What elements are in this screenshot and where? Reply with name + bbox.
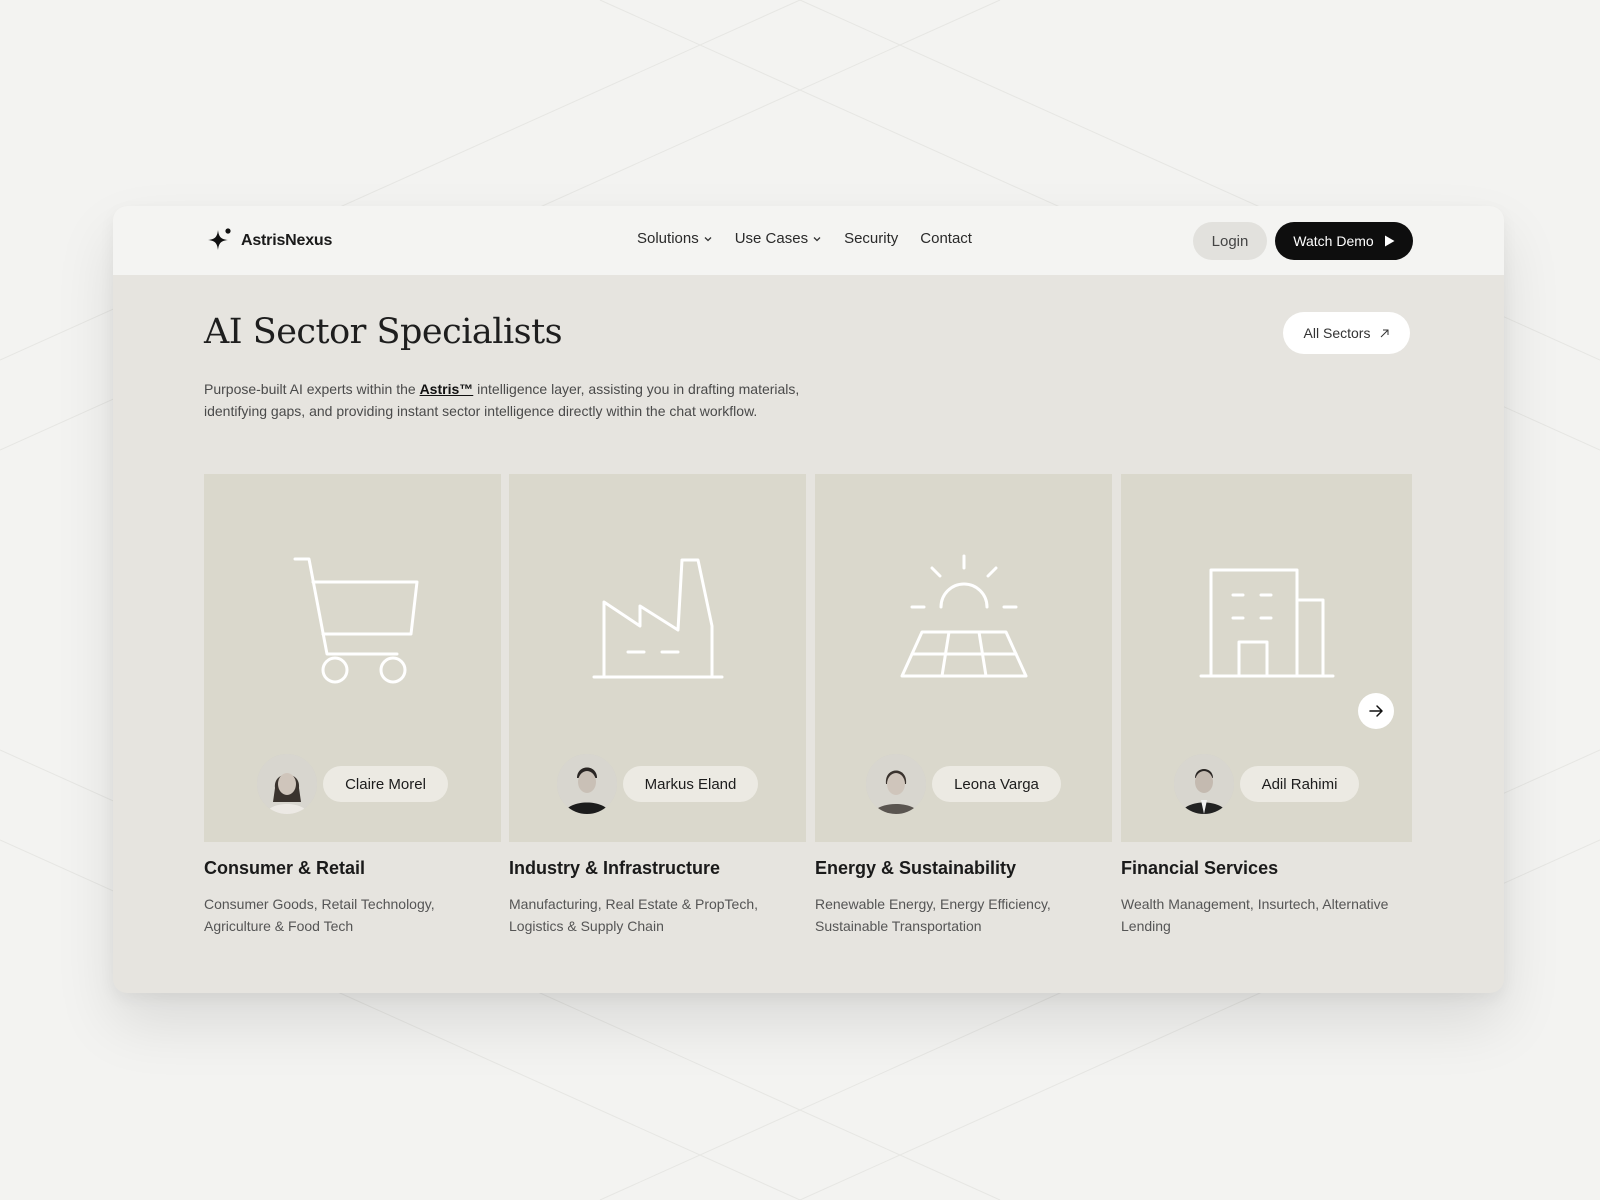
arrow-up-right-icon bbox=[1381, 329, 1389, 337]
brand-logo[interactable]: AstrisNexus bbox=[205, 226, 332, 256]
sector-title: Energy & Sustainability bbox=[815, 858, 1017, 878]
login-button[interactable]: Login bbox=[1193, 222, 1267, 260]
menu-security-label: Security bbox=[844, 230, 899, 247]
top-navbar: AstrisNexus Solutions Use Cases Security… bbox=[113, 206, 1504, 275]
carousel-next-button[interactable] bbox=[1358, 693, 1394, 729]
sector-title: Financial Services bbox=[1121, 858, 1279, 878]
shopping-cart-icon bbox=[293, 557, 418, 684]
arrow-right-icon bbox=[1369, 705, 1383, 717]
chevron-down-icon bbox=[704, 236, 712, 241]
specialist-name: Markus Eland bbox=[622, 766, 759, 802]
sector-card-industry-infrastructure[interactable]: Markus Eland bbox=[509, 474, 806, 842]
intro-text-before: Purpose-built AI experts within the bbox=[204, 381, 420, 397]
sector-card-financial-services[interactable]: Adil Rahimi bbox=[1121, 474, 1412, 842]
menu-solutions-label: Solutions bbox=[637, 230, 699, 247]
sector-card-energy-sustainability[interactable]: Leona Varga bbox=[815, 474, 1112, 842]
all-sectors-label: All Sectors bbox=[1303, 325, 1371, 341]
all-sectors-button[interactable]: All Sectors bbox=[1283, 312, 1410, 354]
brand-name: AstrisNexus bbox=[241, 232, 333, 249]
astris-link[interactable]: Astris™ bbox=[420, 381, 474, 397]
menu-solutions[interactable]: Solutions bbox=[637, 230, 713, 247]
avatar bbox=[1173, 754, 1234, 814]
menu-use-cases-label: Use Cases bbox=[734, 230, 809, 247]
sector-subtitle: Wealth Management, Insurtech, Alternativ… bbox=[1121, 896, 1389, 934]
watch-demo-button[interactable]: Watch Demo bbox=[1275, 222, 1413, 260]
play-icon bbox=[1384, 235, 1395, 247]
menu-security[interactable]: Security bbox=[844, 230, 898, 247]
avatar bbox=[257, 754, 318, 814]
sector-card-consumer-retail[interactable]: Claire Morel bbox=[204, 474, 501, 842]
menu-use-cases[interactable]: Use Cases bbox=[735, 230, 822, 247]
office-building-icon bbox=[1199, 568, 1334, 678]
specialist: Markus Eland bbox=[509, 754, 806, 814]
avatar bbox=[556, 754, 617, 814]
specialist: Claire Morel bbox=[204, 754, 501, 814]
specialist-name: Claire Morel bbox=[323, 766, 448, 802]
sector-subtitle: Consumer Goods, Retail Technology, Agric… bbox=[204, 896, 435, 934]
chevron-down-icon bbox=[813, 236, 821, 241]
menu-contact[interactable]: Contact bbox=[920, 230, 972, 247]
solar-panel-icon bbox=[900, 554, 1027, 678]
specialist-name: Adil Rahimi bbox=[1239, 766, 1360, 802]
watch-demo-label: Watch Demo bbox=[1293, 233, 1374, 249]
intro-paragraph: Purpose-built AI experts within the Astr… bbox=[204, 378, 804, 422]
sector-subtitle: Manufacturing, Real Estate & PropTech, L… bbox=[509, 896, 759, 934]
specialist: Adil Rahimi bbox=[1121, 754, 1412, 814]
menu-contact-label: Contact bbox=[920, 230, 972, 247]
avatar bbox=[866, 754, 927, 814]
browser-window: AstrisNexus Solutions Use Cases Security… bbox=[113, 206, 1504, 993]
sector-title: Consumer & Retail bbox=[204, 858, 366, 878]
page-title: AI Sector Specialists bbox=[204, 312, 563, 352]
specialist: Leona Varga bbox=[815, 754, 1112, 814]
sparkle-logo-icon bbox=[208, 228, 231, 250]
factory-icon bbox=[592, 558, 723, 679]
sector-title: Industry & Infrastructure bbox=[509, 858, 721, 878]
specialist-name: Leona Varga bbox=[932, 766, 1061, 802]
main-menu: Solutions Use Cases Security Contact bbox=[637, 230, 972, 247]
sector-subtitle: Renewable Energy, Energy Efficiency, Sus… bbox=[815, 896, 1051, 934]
